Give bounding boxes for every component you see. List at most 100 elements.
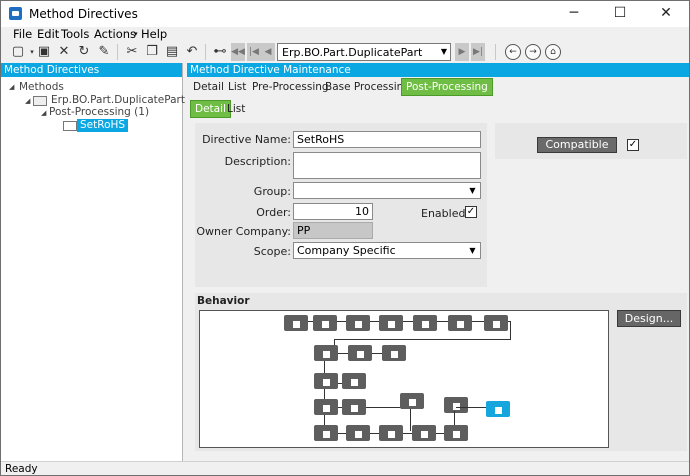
workflow-node[interactable] xyxy=(444,425,468,441)
sub-tabs: Detail List xyxy=(187,99,689,119)
maintenance-panel-header: Method Directive Maintenance xyxy=(187,63,689,77)
workflow-start-node[interactable] xyxy=(284,315,308,331)
minimize-button[interactable]: ─ xyxy=(551,1,597,27)
tree-item-method[interactable]: Erp.BO.Part.DuplicatePart xyxy=(51,94,185,106)
compatible-area: Compatible ✓ xyxy=(495,123,687,159)
workflow-node[interactable] xyxy=(382,345,406,361)
binoculars-icon[interactable]: ⊷ xyxy=(211,43,229,61)
folder-icon xyxy=(63,121,77,131)
first-record-bar-icon[interactable]: |◀ xyxy=(247,43,261,61)
maximize-button[interactable]: ☐ xyxy=(597,1,643,27)
workflow-edge xyxy=(334,339,511,340)
tree-item-methods[interactable]: Methods xyxy=(19,81,64,93)
scope-label: Scope: xyxy=(253,245,291,258)
group-label: Group: xyxy=(253,185,291,198)
workflow-canvas[interactable] xyxy=(199,310,609,448)
workflow-node[interactable] xyxy=(484,315,508,331)
toolbar-separator xyxy=(117,44,118,60)
workflow-node[interactable] xyxy=(314,373,338,389)
record-selector-value: Erp.BO.Part.DuplicatePart xyxy=(282,46,423,59)
compatible-button[interactable]: Compatible xyxy=(537,137,617,153)
refresh-icon[interactable]: ↻ xyxy=(75,43,93,61)
workflow-node[interactable] xyxy=(342,373,366,389)
folder-icon xyxy=(33,96,47,106)
workflow-node[interactable] xyxy=(379,425,403,441)
design-button[interactable]: Design... xyxy=(617,310,681,327)
workflow-node[interactable] xyxy=(314,345,338,361)
copy-icon[interactable]: ❐ xyxy=(143,43,161,61)
paste-icon[interactable]: ▤ xyxy=(163,43,181,61)
maintenance-panel: Method Directive Maintenance Detail List… xyxy=(187,63,689,461)
order-label: Order: xyxy=(256,206,291,219)
forward-icon[interactable]: → xyxy=(525,44,541,60)
workflow-node[interactable] xyxy=(413,315,437,331)
tab-pre-processing[interactable]: Pre-Processing xyxy=(252,81,329,93)
subtab-detail[interactable]: Detail xyxy=(190,100,231,118)
workflow-node[interactable] xyxy=(314,399,338,415)
menu-file[interactable]: File xyxy=(13,27,32,41)
tab-base-processing[interactable]: Base Processing xyxy=(325,81,410,93)
workflow-node[interactable] xyxy=(379,315,403,331)
menu-tools[interactable]: Tools xyxy=(61,27,89,41)
title-bar: Method Directives ─ ☐ ✕ xyxy=(1,1,689,27)
description-field[interactable] xyxy=(293,152,481,179)
actions-dropdown-icon: ▾ xyxy=(134,30,138,38)
workflow-node[interactable] xyxy=(342,399,366,415)
home-icon[interactable]: ⌂ xyxy=(545,44,561,60)
app-icon xyxy=(9,7,22,20)
tab-detail[interactable]: Detail xyxy=(193,81,224,93)
record-selector-combo[interactable]: Erp.BO.Part.DuplicatePart ▼ xyxy=(277,43,451,61)
workflow-node[interactable] xyxy=(400,393,424,409)
back-icon[interactable]: ← xyxy=(505,44,521,60)
workflow-node[interactable] xyxy=(444,397,468,413)
menu-help[interactable]: Help xyxy=(141,27,167,41)
workflow-node[interactable] xyxy=(448,315,472,331)
description-label: Description: xyxy=(224,155,291,168)
menu-edit[interactable]: Edit xyxy=(37,27,59,41)
owner-company-field: PP xyxy=(293,222,373,239)
clear-icon[interactable]: ✎ xyxy=(95,43,113,61)
directive-name-label: Directive Name: xyxy=(202,133,291,146)
group-dropdown[interactable]: ▼ xyxy=(293,182,481,199)
workflow-node[interactable] xyxy=(314,425,338,441)
workflow-node[interactable] xyxy=(346,425,370,441)
cut-icon[interactable]: ✂ xyxy=(123,43,141,61)
subtab-list[interactable]: List xyxy=(227,103,245,115)
workflow-node[interactable] xyxy=(313,315,337,331)
main-tabs: Detail List Pre-Processing Base Processi… xyxy=(187,77,689,99)
first-record-icon[interactable]: ◀◀ xyxy=(231,43,245,61)
next-record-icon[interactable]: ▶ xyxy=(455,43,469,61)
workflow-node[interactable] xyxy=(348,345,372,361)
undo-icon[interactable]: ↶ xyxy=(183,43,201,61)
tree-panel-header: Method Directives xyxy=(1,63,182,77)
enabled-label: Enabled: xyxy=(421,207,470,220)
collapse-arrow-icon[interactable]: ◢ xyxy=(9,83,14,91)
last-record-icon[interactable]: ▶| xyxy=(471,43,485,61)
delete-icon[interactable]: ✕ xyxy=(55,43,73,61)
tree-item-group[interactable]: Post-Processing (1) xyxy=(49,106,149,118)
order-field[interactable]: 10 xyxy=(293,203,373,220)
chevron-down-icon[interactable]: ▼ xyxy=(441,47,447,56)
menu-bar: File Edit Tools Actions ▾ Help xyxy=(1,27,689,41)
tab-list[interactable]: List xyxy=(228,81,246,93)
close-button[interactable]: ✕ xyxy=(643,1,689,27)
chevron-down-icon[interactable]: ▼ xyxy=(466,244,479,257)
behavior-area: Behavior Design... xyxy=(195,293,687,451)
collapse-arrow-icon[interactable]: ◢ xyxy=(41,109,46,117)
workflow-node[interactable] xyxy=(412,425,436,441)
compatible-checkbox[interactable]: ✓ xyxy=(627,139,639,151)
workflow-email-node[interactable] xyxy=(486,401,510,417)
directive-name-field[interactable]: SetRoHS xyxy=(293,131,481,148)
scope-dropdown[interactable]: Company Specific ▼ xyxy=(293,242,481,259)
tab-post-processing[interactable]: Post-Processing xyxy=(401,78,493,96)
menu-actions[interactable]: Actions xyxy=(94,27,136,41)
chevron-down-icon[interactable]: ▼ xyxy=(466,184,479,197)
workflow-node[interactable] xyxy=(346,315,370,331)
app-window: Method Directives ─ ☐ ✕ File Edit Tools … xyxy=(0,0,690,476)
save-icon[interactable]: ▣ xyxy=(35,43,53,61)
tree-item-selected[interactable]: SetRoHS xyxy=(77,119,129,132)
owner-company-label: Owner Company: xyxy=(196,225,291,238)
collapse-arrow-icon[interactable]: ◢ xyxy=(25,97,30,105)
previous-record-icon[interactable]: ◀ xyxy=(261,43,275,61)
enabled-checkbox[interactable]: ✓ xyxy=(465,206,477,218)
